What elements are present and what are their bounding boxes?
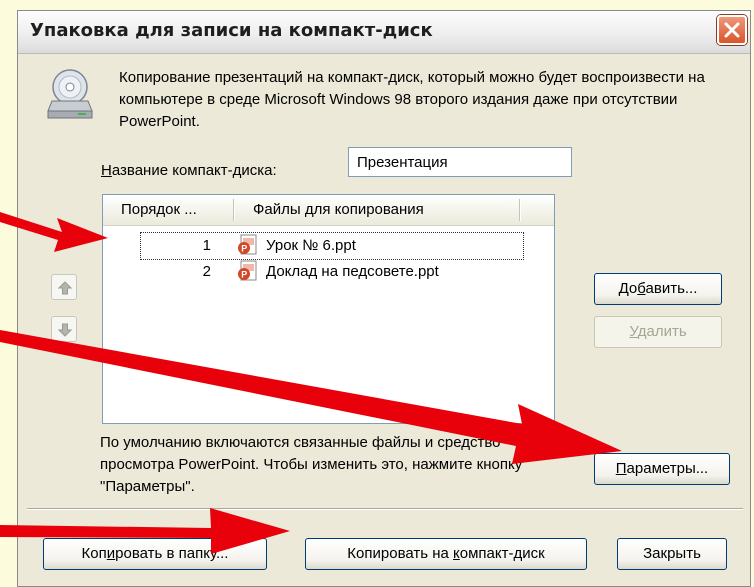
list-item[interactable]: 1 P Урок № 6.ppt xyxy=(140,232,524,260)
add-button-label-rest: авить... xyxy=(645,280,698,297)
close-icon xyxy=(724,22,740,38)
move-up-icon xyxy=(58,281,72,295)
copy-cd-hotkey: к xyxy=(453,545,460,562)
cd-name-label: Название компакт-диска: xyxy=(101,162,277,179)
ppt-file-icon: P xyxy=(238,234,257,255)
move-down-button[interactable] xyxy=(51,316,77,342)
add-button-label: До xyxy=(618,280,638,297)
file-order: 1 xyxy=(202,237,211,254)
file-name: Урок № 6.ppt xyxy=(266,237,356,254)
options-button[interactable]: Параметры... xyxy=(594,453,730,485)
svg-text:P: P xyxy=(241,244,247,254)
remove-button-hotkey: У xyxy=(629,323,638,340)
close-button[interactable]: Закрыть xyxy=(617,538,727,570)
options-note: По умолчанию включаются связанные файлы … xyxy=(100,434,523,495)
cd-name-input[interactable] xyxy=(348,147,572,177)
move-down-icon xyxy=(58,323,72,337)
files-listview[interactable]: Порядок ... Файлы для копирования 1 P Ур… xyxy=(102,194,555,424)
file-name: Доклад на педсовете.ppt xyxy=(266,263,439,280)
add-button-hotkey: б xyxy=(637,280,646,297)
copy-folder-hotkey: и xyxy=(106,545,116,562)
list-item[interactable]: 2 P Доклад на педсовете.ppt xyxy=(141,259,523,285)
remove-button[interactable]: Удалить xyxy=(594,316,722,348)
copy-cd-label: Копировать на xyxy=(347,545,454,562)
column-separator[interactable] xyxy=(233,199,235,221)
column-header-order[interactable]: Порядок ... xyxy=(121,201,197,218)
divider xyxy=(27,508,743,510)
move-up-button[interactable] xyxy=(51,274,77,300)
copy-folder-label-rest: ровать в папку... xyxy=(115,545,229,562)
copy-to-folder-button[interactable]: Копировать в папку... xyxy=(43,538,267,570)
dialog-title: Упаковка для записи на компакт-диск xyxy=(30,20,433,41)
copy-to-cd-button[interactable]: Копировать на компакт-диск xyxy=(305,538,587,570)
options-button-hotkey: П xyxy=(615,460,627,477)
file-order: 2 xyxy=(202,263,211,280)
ppt-file-icon: P xyxy=(238,260,257,281)
close-window-button[interactable] xyxy=(717,15,747,45)
dialog-description: Копирование презентаций на компакт-диск,… xyxy=(119,69,705,130)
remove-button-label: далить xyxy=(637,323,687,340)
column-header-files[interactable]: Файлы для копирования xyxy=(253,201,424,218)
options-button-label: араметры... xyxy=(626,460,709,477)
title-bar[interactable]: Упаковка для записи на компакт-диск xyxy=(18,11,750,54)
add-button[interactable]: Добавить... xyxy=(594,273,722,305)
column-separator[interactable] xyxy=(519,199,521,221)
cd-name-label-text: азвание компакт-диска: xyxy=(111,162,277,179)
list-header: Порядок ... Файлы для копирования xyxy=(103,195,554,226)
copy-cd-label-rest: омпакт-диск xyxy=(459,545,545,562)
cd-name-label-hotkey: Н xyxy=(101,162,112,179)
cd-drive-icon xyxy=(47,69,93,119)
package-for-cd-dialog: Упаковка для записи на компакт-диск Копи… xyxy=(17,10,751,587)
svg-text:P: P xyxy=(241,270,247,280)
copy-folder-label: Коп xyxy=(81,545,107,562)
